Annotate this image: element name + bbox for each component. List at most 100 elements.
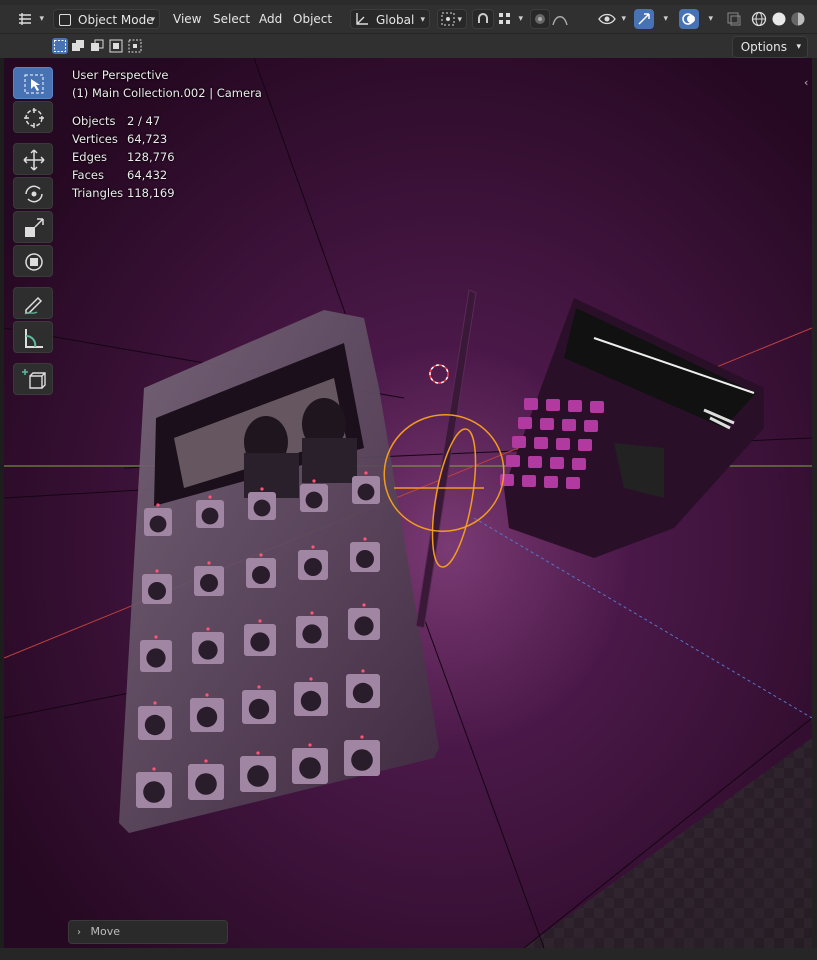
shading-solid-button[interactable]: [770, 9, 788, 29]
editor-type-button[interactable]: ▾: [14, 9, 48, 29]
shading-material-icon: [791, 12, 805, 26]
tool-scale[interactable]: [13, 211, 53, 243]
select-subtract-icon[interactable]: [89, 38, 105, 54]
pivot-icon: [441, 12, 455, 26]
menu-add[interactable]: Add: [259, 9, 282, 29]
gizmo-dropdown[interactable]: ▾: [656, 9, 672, 29]
scene-led: [154, 635, 158, 639]
overlay-dropdown[interactable]: ▾: [701, 9, 717, 29]
gizmo-toggle[interactable]: [634, 9, 654, 29]
scene-led: [364, 471, 368, 475]
scene-button-cap: [195, 773, 217, 795]
stat-value: 128,776: [127, 150, 175, 164]
stat-value: 64,723: [127, 132, 168, 146]
chevron-down-icon: ▾: [663, 14, 668, 24]
transform-icon: [25, 253, 43, 271]
scene-button-cap: [200, 574, 218, 592]
scene-button-cap: [198, 640, 218, 660]
scene-led: [257, 685, 261, 689]
scene-led: [156, 503, 160, 507]
tool-add-cube[interactable]: [13, 363, 53, 395]
pivot-dropdown[interactable]: ▾: [437, 9, 467, 29]
menu-object[interactable]: Object: [293, 9, 332, 29]
scene-led: [259, 553, 263, 557]
rotate-icon: [25, 185, 43, 203]
stat-value: 2 / 47: [127, 114, 161, 128]
scene-button-body: [584, 420, 598, 432]
select-new-icon[interactable]: [52, 38, 68, 54]
tool-move[interactable]: [13, 143, 53, 175]
scene-button-cap: [250, 632, 270, 652]
scene-button-cap: [253, 499, 271, 517]
scene-button-body: [550, 457, 564, 469]
orientation-icon: [356, 13, 368, 25]
menu-select[interactable]: Select: [213, 9, 250, 29]
scene-button-cap: [146, 648, 166, 668]
scene-button-cap: [352, 682, 374, 704]
collection-object-label: (1) Main Collection.002 | Camera: [72, 86, 262, 100]
tool-select-box[interactable]: [13, 67, 53, 99]
scene-button-cap: [252, 566, 270, 584]
tool-cursor[interactable]: [13, 101, 53, 133]
tool-measure[interactable]: [13, 321, 53, 353]
chevron-down-icon: ▾: [420, 15, 425, 25]
shading-wireframe-button[interactable]: [750, 9, 768, 29]
scene-button-body: [568, 400, 582, 412]
stat-label: Edges: [72, 150, 107, 164]
scene-button-body: [556, 438, 570, 450]
viewport-header: ▾ Object Mode ▾ View Select Add Object G…: [0, 5, 817, 34]
scene-button-body: [572, 458, 586, 470]
viewport-right-edge: [812, 58, 817, 948]
mode-dropdown[interactable]: Object Mode ▾: [53, 9, 160, 29]
xray-toggle[interactable]: [724, 9, 744, 29]
scene-button-cap: [143, 781, 165, 803]
stat-row-triangles: Triangles 118,169: [72, 184, 262, 202]
tool-rotate[interactable]: [13, 177, 53, 209]
scene-button-body: [524, 398, 538, 410]
options-dropdown[interactable]: Options ▾: [731, 36, 808, 58]
select-invert-icon[interactable]: [108, 38, 124, 54]
scene-button-body: [518, 417, 532, 429]
scene-button-body: [566, 477, 580, 489]
scene-button-body: [512, 436, 526, 448]
falloff-dropdown[interactable]: [552, 9, 582, 29]
scene-led: [309, 677, 313, 681]
shading-material-button[interactable]: [789, 9, 807, 29]
scene-led: [208, 495, 212, 499]
sidebar-toggle-icon[interactable]: ‹: [804, 76, 808, 89]
visibility-dropdown[interactable]: ▾: [598, 9, 630, 29]
snap-target-dropdown[interactable]: ▾: [497, 9, 527, 29]
scene-led: [155, 569, 159, 573]
proportional-edit-icon: [535, 14, 545, 24]
tool-annotate[interactable]: [13, 287, 53, 319]
select-intersect-icon[interactable]: [127, 38, 143, 54]
tool-settings-bar: Options ▾: [0, 34, 817, 58]
scene-button-cap: [196, 706, 218, 728]
snap-increment-icon: [499, 13, 510, 24]
scene-button-body: [578, 439, 592, 451]
select-extend-icon[interactable]: [70, 38, 86, 54]
stat-row-faces: Faces 64,432: [72, 166, 262, 184]
select-box-icon: [24, 74, 44, 94]
menu-view[interactable]: View: [173, 9, 201, 29]
snap-toggle[interactable]: [472, 9, 494, 29]
orientation-dropdown[interactable]: Global ▾: [350, 9, 430, 29]
viewport-info-overlay: User Perspective (1) Main Collection.002…: [72, 66, 262, 202]
overlay-toggle[interactable]: [679, 9, 699, 29]
stat-row-objects: Objects 2 / 47: [72, 112, 262, 130]
visibility-icon: [598, 13, 616, 25]
last-operator-panel[interactable]: › Move: [68, 920, 228, 944]
scene-button-cap: [354, 616, 374, 636]
scene-led: [308, 743, 312, 747]
mode-label: Object Mode: [78, 13, 154, 27]
scene-led: [310, 611, 314, 615]
status-bar: [0, 948, 817, 960]
tool-transform[interactable]: [13, 245, 53, 277]
proportional-edit-toggle[interactable]: [530, 9, 550, 29]
scene-button-body: [546, 399, 560, 411]
scene-led: [360, 735, 364, 739]
scene-button-body: [534, 437, 548, 449]
xray-icon: [727, 12, 741, 26]
chevron-down-icon: ▾: [518, 14, 523, 24]
scene-button-body: [522, 475, 536, 487]
